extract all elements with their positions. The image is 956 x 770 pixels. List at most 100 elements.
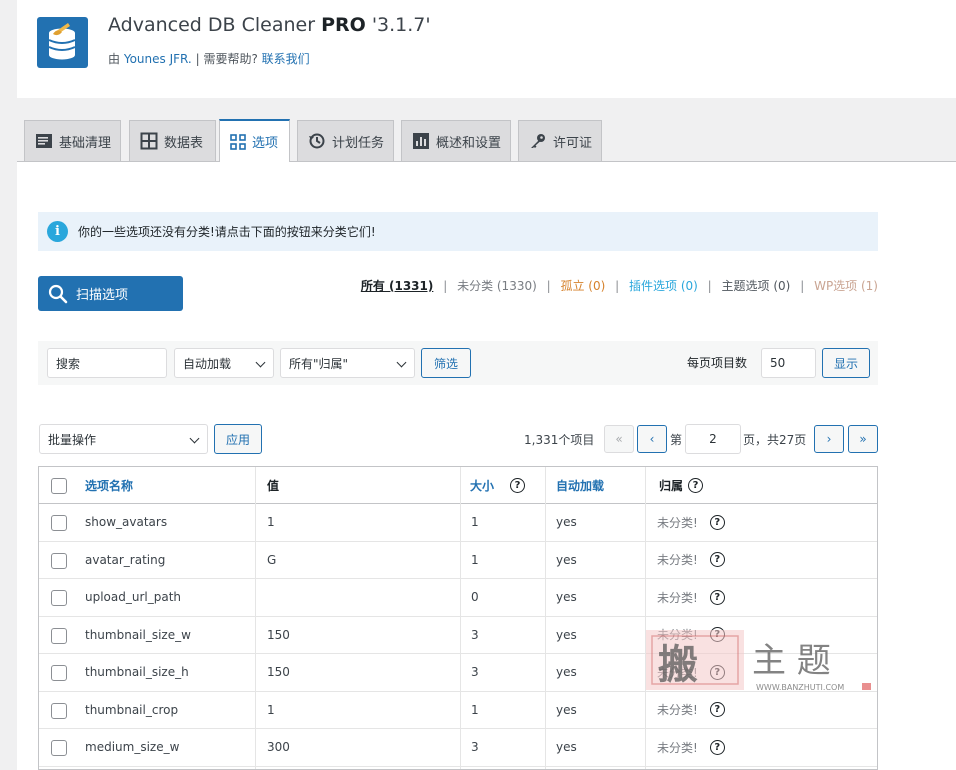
cell-owner: 未分类!? <box>657 504 725 541</box>
owner-select[interactable]: 所有"归属" <box>280 348 415 378</box>
cell-owner: 未分类!? <box>657 729 725 766</box>
table-grid-icon <box>140 132 158 150</box>
uncategorized-notice: i 你的一些选项还没有分类!请点击下面的按钮来分类它们! <box>38 212 878 251</box>
contact-link[interactable]: 联系我们 <box>262 52 310 66</box>
row-checkbox[interactable] <box>51 515 67 531</box>
search-input[interactable]: 搜索 <box>47 348 167 378</box>
tab-options[interactable]: 选项 <box>219 119 290 162</box>
table-row: thumbnail_crop 1 1 yes 未分类!? <box>39 692 877 729</box>
cell-value: 300 <box>267 740 290 755</box>
scan-options-button[interactable]: 扫描选项 <box>38 276 183 311</box>
filter-button[interactable]: 筛选 <box>421 348 471 378</box>
cell-size: 3 <box>471 740 479 755</box>
row-checkbox[interactable] <box>51 702 67 719</box>
column-divider <box>460 467 461 769</box>
cell-value: 150 <box>267 627 290 642</box>
cell-size: 1 <box>471 552 479 567</box>
show-button[interactable]: 显示 <box>822 348 870 378</box>
table-header-row: 选项名称 值 大小? 自动加载 归属? <box>39 467 877 504</box>
cell-autoload: yes <box>556 702 577 717</box>
table-row: thumbnail_size_h 150 3 yes 未分类!? <box>39 654 877 692</box>
cell-autoload: yes <box>556 627 577 642</box>
per-page-label: 每页项目数 <box>687 356 748 370</box>
apply-button[interactable]: 应用 <box>214 424 262 454</box>
column-divider <box>255 467 256 769</box>
tab-scheduled-tasks[interactable]: 计划任务 <box>297 120 394 161</box>
help-icon[interactable]: ? <box>510 477 526 493</box>
tab-license[interactable]: 许可证 <box>518 120 602 161</box>
search-icon <box>48 284 68 303</box>
cell-autoload: yes <box>556 590 577 605</box>
cell-value: G <box>267 552 277 567</box>
options-table: 选项名称 值 大小? 自动加载 归属? show_avatars 1 1 yes 未分类… <box>38 466 878 770</box>
cell-owner: 未分类!? <box>657 654 725 691</box>
cell-size: 3 <box>471 627 479 642</box>
current-page-input[interactable]: 2 <box>685 424 741 454</box>
page-prefix: 第 <box>670 433 683 447</box>
app-subtitle: 由 Younes JFR. | 需要帮助? 联系我们 <box>108 52 310 66</box>
select-all-checkbox[interactable] <box>51 478 67 494</box>
bulk-action-select[interactable]: 批量操作 <box>39 424 208 454</box>
filter-plugin[interactable]: 插件选项 (0) <box>629 279 698 293</box>
tab-tables[interactable]: 数据表 <box>129 120 216 161</box>
row-checkbox[interactable] <box>51 740 67 756</box>
help-icon[interactable]: ? <box>709 702 725 718</box>
column-divider <box>545 467 546 769</box>
help-icon[interactable]: ? <box>709 627 725 643</box>
column-divider <box>645 467 646 769</box>
cell-autoload: yes <box>556 552 577 567</box>
col-option-name[interactable]: 选项名称 <box>85 467 133 503</box>
cell-option-name: thumbnail_crop <box>85 702 179 717</box>
general-cleanup-icon <box>36 134 52 148</box>
cell-autoload: yes <box>556 740 577 755</box>
cell-owner: 未分类!? <box>657 617 725 654</box>
col-owner: 归属? <box>659 467 704 503</box>
cell-owner: 未分类!? <box>657 692 725 729</box>
cell-value: 150 <box>267 665 290 680</box>
prev-page-button[interactable]: ‹ <box>637 425 667 453</box>
cell-owner: 未分类!? <box>657 579 725 616</box>
cell-autoload: yes <box>556 515 577 530</box>
next-page-button[interactable]: › <box>814 425 844 453</box>
table-row: show_avatars 1 1 yes 未分类!? <box>39 504 877 542</box>
tab-general-cleanup[interactable]: 基础清理 <box>24 120 121 161</box>
page-suffix: 页，共27页 <box>743 433 807 447</box>
help-icon[interactable]: ? <box>688 477 704 493</box>
history-clock-icon <box>309 133 325 149</box>
item-count: 1,331个项目 <box>524 433 595 447</box>
help-icon[interactable]: ? <box>709 552 725 568</box>
cell-autoload: yes <box>556 665 577 680</box>
last-page-button[interactable]: » <box>848 425 878 453</box>
col-size[interactable]: 大小? <box>470 467 526 503</box>
help-icon[interactable]: ? <box>709 664 725 680</box>
filter-all[interactable]: 所有 (1331) <box>361 279 434 293</box>
row-checkbox[interactable] <box>51 552 67 569</box>
author-link[interactable]: Younes JFR. <box>124 52 192 66</box>
per-page-input[interactable]: 50 <box>761 348 816 378</box>
cell-option-name: medium_size_w <box>85 740 180 755</box>
col-autoload[interactable]: 自动加载 <box>556 467 604 503</box>
tab-overview-settings[interactable]: 概述和设置 <box>401 120 511 161</box>
cell-value: 1 <box>267 515 275 530</box>
table-row: avatar_rating G 1 yes 未分类!? <box>39 542 877 579</box>
app-title: Advanced DB Cleaner PRO '3.1.7' <box>108 14 431 36</box>
col-value: 值 <box>267 478 280 493</box>
autoload-select[interactable]: 自动加载 <box>174 348 274 378</box>
table-row: medium_size_w 300 3 yes 未分类!? <box>39 729 877 767</box>
row-checkbox[interactable] <box>51 590 67 606</box>
row-checkbox[interactable] <box>51 665 67 681</box>
row-checkbox[interactable] <box>51 627 67 644</box>
plugin-logo <box>37 17 88 68</box>
first-page-button[interactable]: « <box>604 425 634 453</box>
filter-wp[interactable]: WP选项 (1) <box>814 279 878 293</box>
help-icon[interactable]: ? <box>709 739 725 755</box>
options-grid-icon <box>230 133 246 150</box>
help-icon[interactable]: ? <box>709 589 725 605</box>
help-icon[interactable]: ? <box>709 514 725 530</box>
filter-orphan[interactable]: 孤立 (0) <box>560 279 605 293</box>
cell-option-name: thumbnail_size_h <box>85 665 189 680</box>
table-row: upload_url_path 0 yes 未分类!? <box>39 579 877 617</box>
filter-uncategorized[interactable]: 未分类 (1330) <box>457 279 537 293</box>
filter-theme[interactable]: 主题选项 (0) <box>722 279 791 293</box>
filter-links: 所有 (1331) | 未分类 (1330) | 孤立 (0) | 插件选项 (… <box>360 279 878 293</box>
